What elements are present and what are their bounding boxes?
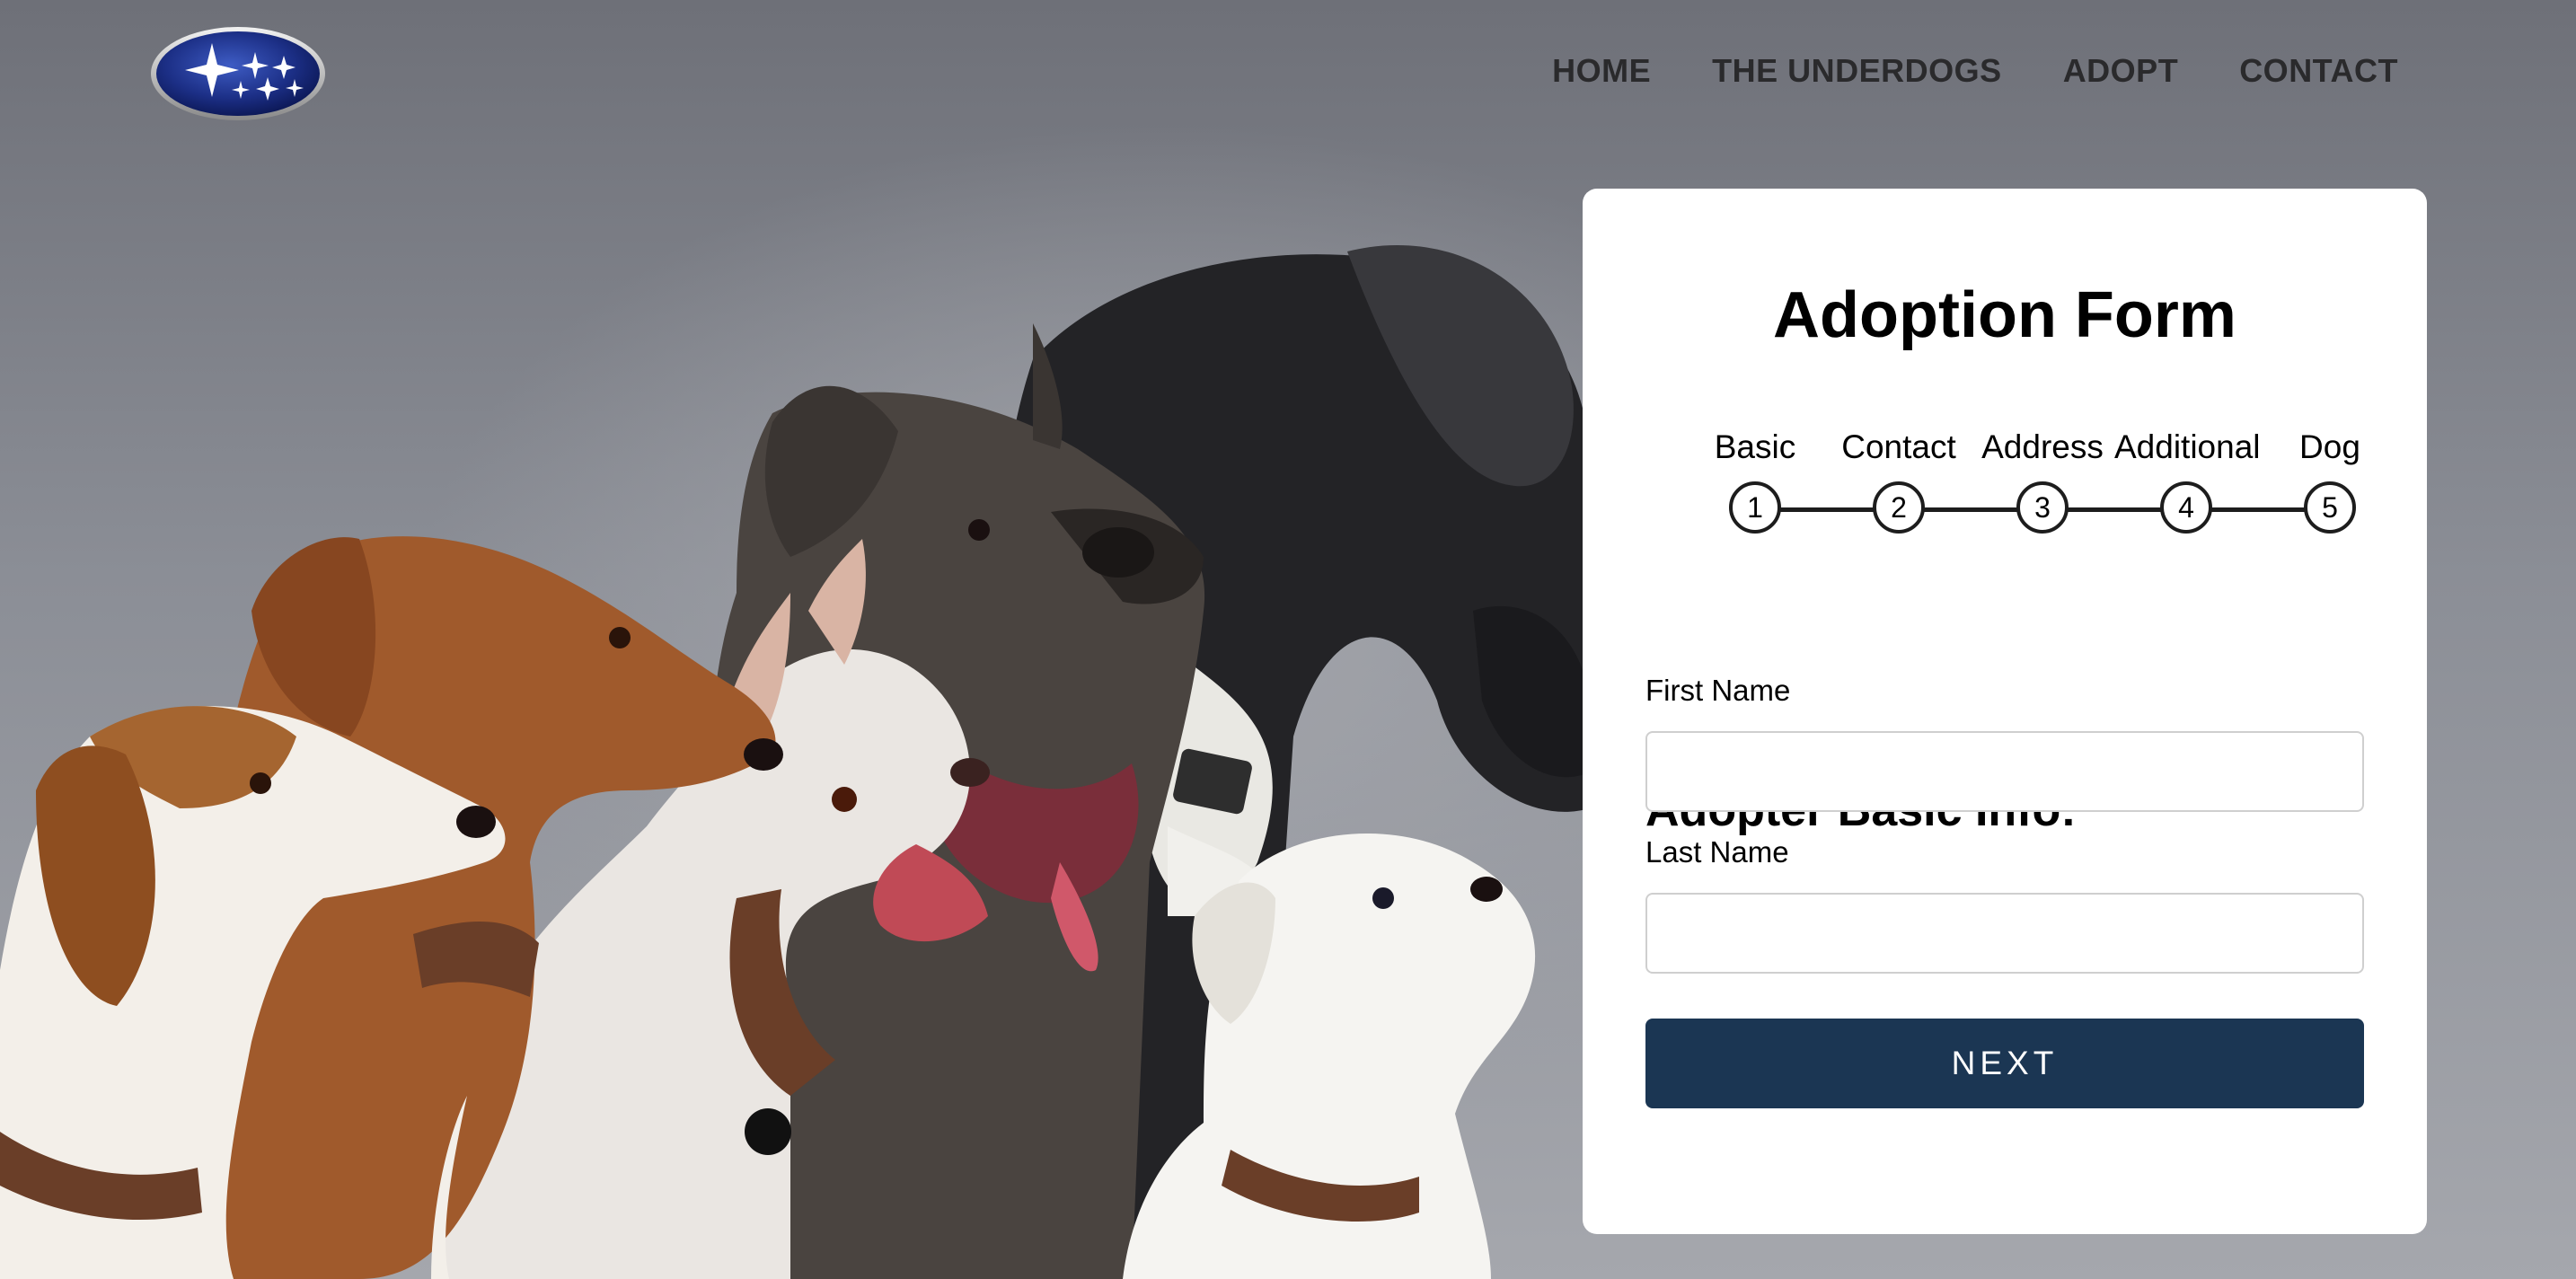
step-number[interactable]: 4 — [2160, 481, 2212, 534]
main-nav: HOME THE UNDERDOGS ADOPT CONTACT — [1491, 52, 2398, 90]
step-dog[interactable]: Dog 5 — [2258, 422, 2402, 534]
step-number[interactable]: 5 — [2304, 481, 2356, 534]
step-label: Dog — [2299, 428, 2360, 465]
nav-underdogs-link[interactable]: THE UNDERDOGS — [1712, 52, 2002, 90]
step-address[interactable]: Address 3 — [1971, 422, 2114, 534]
first-name-label: First Name — [1645, 674, 1791, 707]
first-name-input[interactable] — [1645, 731, 2364, 812]
step-label: Basic — [1714, 428, 1796, 465]
subaru-logo[interactable] — [149, 25, 327, 122]
next-button[interactable]: NEXT — [1645, 1019, 2364, 1108]
form-title: Adoption Form — [1773, 279, 2236, 351]
adoption-form-card: Adoption Form Basic 1 Contact 2 Address … — [1583, 189, 2427, 1234]
dogs-hero-image — [0, 245, 1590, 1279]
step-basic[interactable]: Basic 1 — [1683, 422, 1827, 534]
nav-adopt-link[interactable]: ADOPT — [2063, 52, 2179, 90]
nav-contact-link[interactable]: CONTACT — [2239, 52, 2398, 90]
step-label: Additional — [2114, 428, 2261, 465]
step-number[interactable]: 3 — [2016, 481, 2069, 534]
form-stepper: Basic 1 Contact 2 Address 3 Additional 4… — [1654, 422, 2373, 539]
step-contact[interactable]: Contact 2 — [1827, 422, 1971, 534]
step-number[interactable]: 1 — [1729, 481, 1781, 534]
step-number[interactable]: 2 — [1873, 481, 1925, 534]
last-name-input[interactable] — [1645, 893, 2364, 974]
nav-home-link[interactable]: HOME — [1552, 52, 1651, 90]
step-label: Address — [1981, 428, 2104, 465]
last-name-label: Last Name — [1645, 835, 1789, 869]
step-additional[interactable]: Additional 4 — [2114, 422, 2261, 534]
step-label: Contact — [1841, 428, 1956, 465]
